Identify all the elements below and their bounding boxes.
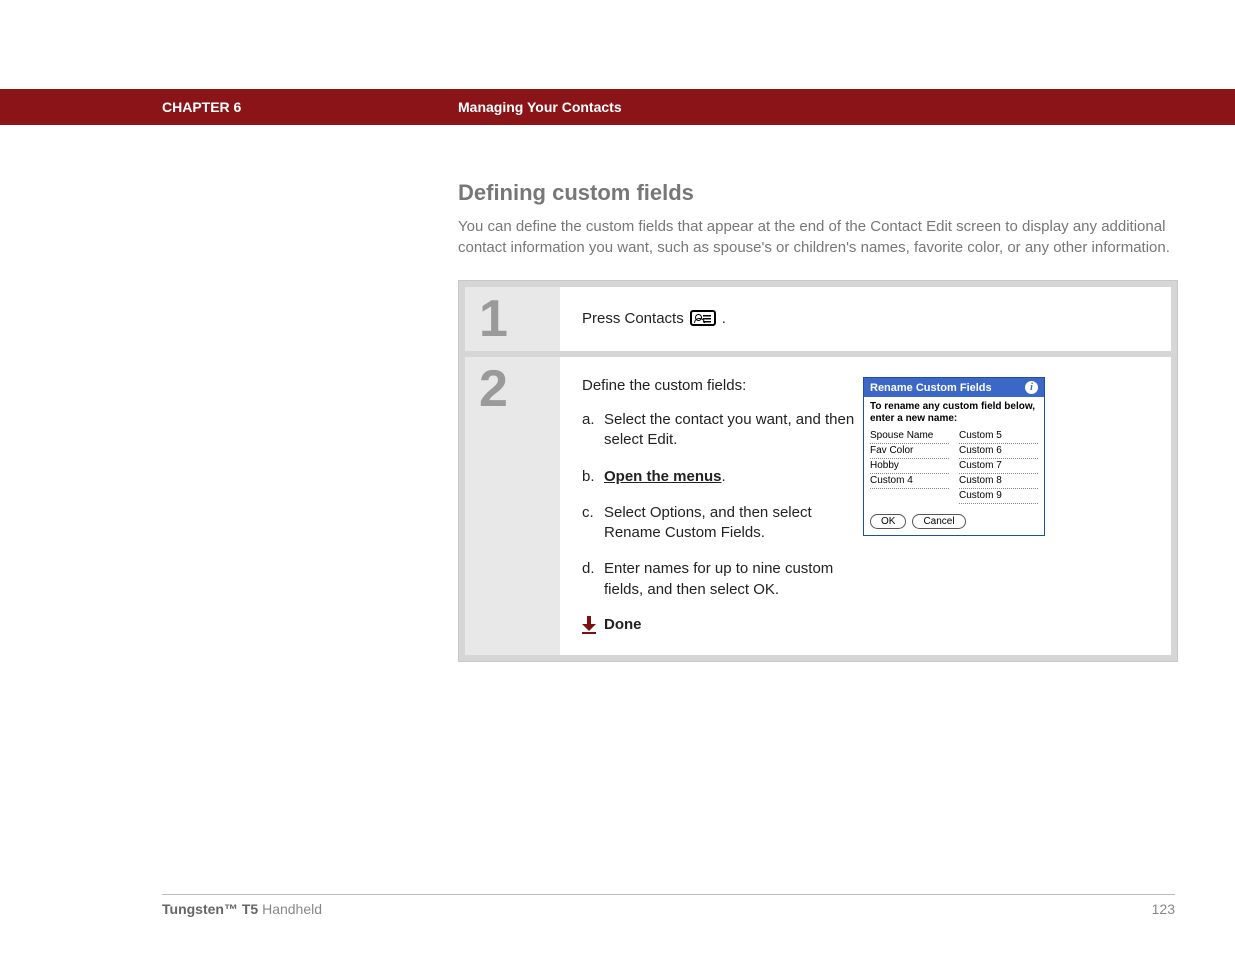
fields-col-left: Spouse Name Fav Color Hobby Custom 4 (870, 429, 949, 504)
custom-field-input[interactable]: Custom 5 (959, 429, 1038, 444)
rename-custom-fields-dialog: Rename Custom Fields i To rename any cus… (863, 377, 1045, 536)
info-icon[interactable]: i (1025, 381, 1038, 394)
page-title: Defining custom fields (458, 180, 1178, 206)
substep-a: a. Select the contact you want, and then… (582, 410, 862, 451)
footer: Tungsten™ T5 Handheld 123 (162, 894, 1175, 917)
ok-button[interactable]: OK (870, 514, 906, 529)
custom-field-input[interactable]: Custom 6 (959, 444, 1038, 459)
custom-field-input[interactable]: Custom 7 (959, 459, 1038, 474)
page-number: 123 (1152, 901, 1175, 917)
step-1-trail: . (722, 310, 726, 327)
product-name-rest: Handheld (258, 901, 322, 917)
step-1-text: Press Contacts (582, 310, 684, 327)
main-content: Defining custom fields You can define th… (458, 180, 1178, 662)
fields-col-right: Custom 5 Custom 6 Custom 7 Custom 8 Cust… (959, 429, 1038, 504)
header-bar: CHAPTER 6 Managing Your Contacts (0, 89, 1235, 125)
step-1: 1 Press Contacts . (465, 287, 1171, 351)
substep-d: d. Enter names for up to nine custom fie… (582, 559, 862, 600)
custom-field-input[interactable]: Fav Color (870, 444, 949, 459)
open-menus-link[interactable]: Open the menus (604, 468, 722, 485)
contacts-icon (690, 310, 716, 326)
down-arrow-icon (582, 616, 596, 632)
done-label: Done (604, 616, 642, 633)
custom-field-input[interactable]: Custom 8 (959, 474, 1038, 489)
custom-field-input[interactable]: Hobby (870, 459, 949, 474)
product-name-bold: Tungsten™ T5 (162, 901, 258, 917)
dialog-title: Rename Custom Fields (870, 382, 992, 394)
intro-text: You can define the custom fields that ap… (458, 216, 1178, 258)
section-label: Managing Your Contacts (458, 99, 622, 115)
substep-c: c. Select Options, and then select Renam… (582, 503, 862, 544)
step-2-lead: Define the custom fields: (582, 377, 862, 394)
step-2: 2 Define the custom fields: a. Select th… (465, 357, 1171, 655)
chapter-label: CHAPTER 6 (162, 99, 458, 115)
done-row: Done (582, 616, 862, 633)
substep-b: b. Open the menus. (582, 467, 862, 487)
step-number: 2 (465, 357, 560, 655)
custom-field-input[interactable]: Custom 4 (870, 474, 949, 489)
step-number: 1 (465, 287, 560, 351)
custom-field-input[interactable]: Spouse Name (870, 429, 949, 444)
custom-field-input[interactable]: Custom 9 (959, 489, 1038, 504)
dialog-subtitle: To rename any custom field below, enter … (864, 397, 1044, 427)
cancel-button[interactable]: Cancel (912, 514, 965, 529)
steps-container: 1 Press Contacts . 2 Define the custom f… (458, 280, 1178, 662)
